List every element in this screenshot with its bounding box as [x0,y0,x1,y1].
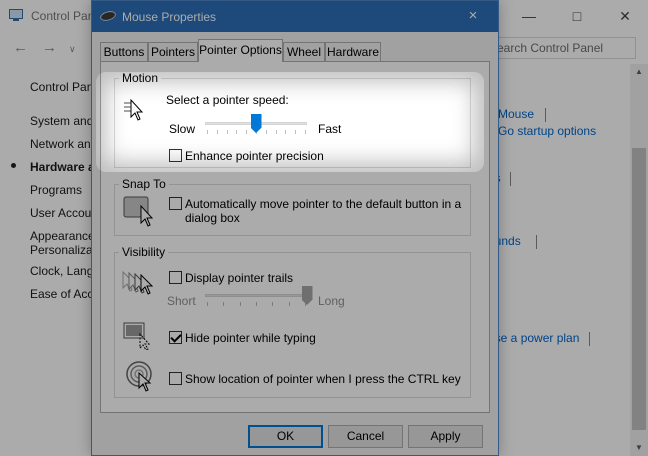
link-separator [536,235,537,249]
tab-wheel[interactable]: Wheel [283,42,325,61]
snap-to-label-line1: Automatically move pointer to the defaul… [185,197,462,211]
slider-tick [239,302,241,306]
slider-tick [207,302,208,306]
sidebar-item[interactable]: User Accounts [30,206,92,220]
enhance-precision-checkbox[interactable] [169,149,182,162]
mouse-icon [100,11,116,21]
hide-pointer-icon [123,322,151,350]
link-separator [510,172,511,186]
search-placeholder: Search Control Panel [489,41,604,55]
slider-tick [256,302,257,306]
sidebar-item[interactable]: Ease of Access [30,287,92,301]
scroll-up-icon[interactable]: ▲ [630,64,648,80]
selected-bullet-icon [11,163,16,168]
slider-tick [216,130,218,134]
ok-button[interactable]: OK [248,425,323,448]
snap-to-group-title: Snap To [119,177,169,191]
tab-pointers[interactable]: Pointers [148,42,198,61]
apply-button[interactable]: Apply [408,425,483,448]
snap-to-label-line2: dialog box [185,211,240,225]
pointer-speed-label: Select a pointer speed: [166,93,289,107]
close-icon[interactable]: ✕ [610,5,640,27]
maximize-icon[interactable]: □ [562,5,592,27]
slider-tick [285,130,287,134]
link-separator [545,108,546,122]
show-location-icon [126,361,152,392]
scroll-down-icon[interactable]: ▼ [630,440,648,456]
speed-fast-label: Fast [318,122,342,136]
slider-tick [295,130,297,134]
snap-to-button-icon [123,196,154,227]
slider-tick [275,130,277,134]
pointer-trails-checkbox[interactable] [169,271,182,284]
tab-buttons[interactable]: Buttons [100,42,148,61]
pointer-speed-icon [124,99,144,121]
speed-slow-label: Slow [169,122,196,136]
tab-hardware[interactable]: Hardware [325,42,381,61]
sidebar-item[interactable]: Programs [30,183,92,197]
tab-pointer-options[interactable]: Pointer Options [198,39,283,62]
pointer-trails-label: Display pointer trails [185,271,294,285]
enhance-precision-label: Enhance pointer precision [185,149,324,163]
dialog-titlebar: Mouse Properties × [92,1,498,32]
pointer-trails-icon [122,270,154,295]
sidebar-item[interactable]: Appearance and [30,229,92,243]
vertical-scrollbar[interactable]: ▲ ▼ [630,64,648,456]
link-power-plan[interactable]: ose a power plan [488,331,579,345]
slider-tick [265,130,267,134]
sidebar-item[interactable]: Clock, Language [30,264,92,278]
trail-short-label: Short [167,294,196,308]
pointer-options-panel: Motion Select a pointer speed: Slow Fast… [100,61,490,413]
hide-pointer-label: Hide pointer while typing [185,331,316,345]
visibility-group-title: Visibility [119,245,169,259]
trail-long-label: Long [318,294,345,308]
hide-pointer-checkbox[interactable] [169,331,182,344]
recent-locations-icon[interactable]: ∨ [69,44,76,55]
cancel-button[interactable]: Cancel [328,425,403,448]
sidebar-item[interactable]: Network and Internet [30,137,92,151]
mouse-properties-dialog: Mouse Properties × Buttons Pointers Poin… [91,0,499,456]
trail-length-slider-track[interactable] [205,294,307,297]
sidebar-item[interactable]: Personalization [30,243,92,257]
sidebar-item[interactable]: Hardware and Sound [30,160,92,174]
sidebar-item[interactable]: System and Security [30,114,92,128]
forward-arrow-icon[interactable]: → [42,39,57,56]
slider-tick [288,302,290,306]
control-panel-icon [9,9,23,21]
link-separator [589,332,590,346]
slider-tick [223,302,225,306]
snap-to-checkbox[interactable] [169,197,182,210]
sidebar-item[interactable]: Control Panel Home [30,80,92,94]
dialog-close-icon[interactable]: × [458,5,488,27]
back-arrow-icon[interactable]: ← [13,39,28,56]
link-startup-options[interactable]: o Go startup options [488,124,596,138]
show-location-label: Show location of pointer when I press th… [185,372,461,386]
slider-tick [305,130,306,134]
slider-tick [207,130,208,134]
link-mouse[interactable]: Mouse [498,107,534,121]
slider-tick [236,130,238,134]
scrollbar-thumb[interactable] [632,148,646,430]
search-input[interactable]: Search Control Panel [484,37,636,59]
show-location-checkbox[interactable] [169,372,182,385]
minimize-icon[interactable]: — [514,5,544,27]
dialog-title: Mouse Properties [122,10,217,24]
motion-group-title: Motion [119,71,162,85]
slider-tick [246,130,248,134]
slider-tick [226,130,228,134]
slider-tick [272,302,274,306]
